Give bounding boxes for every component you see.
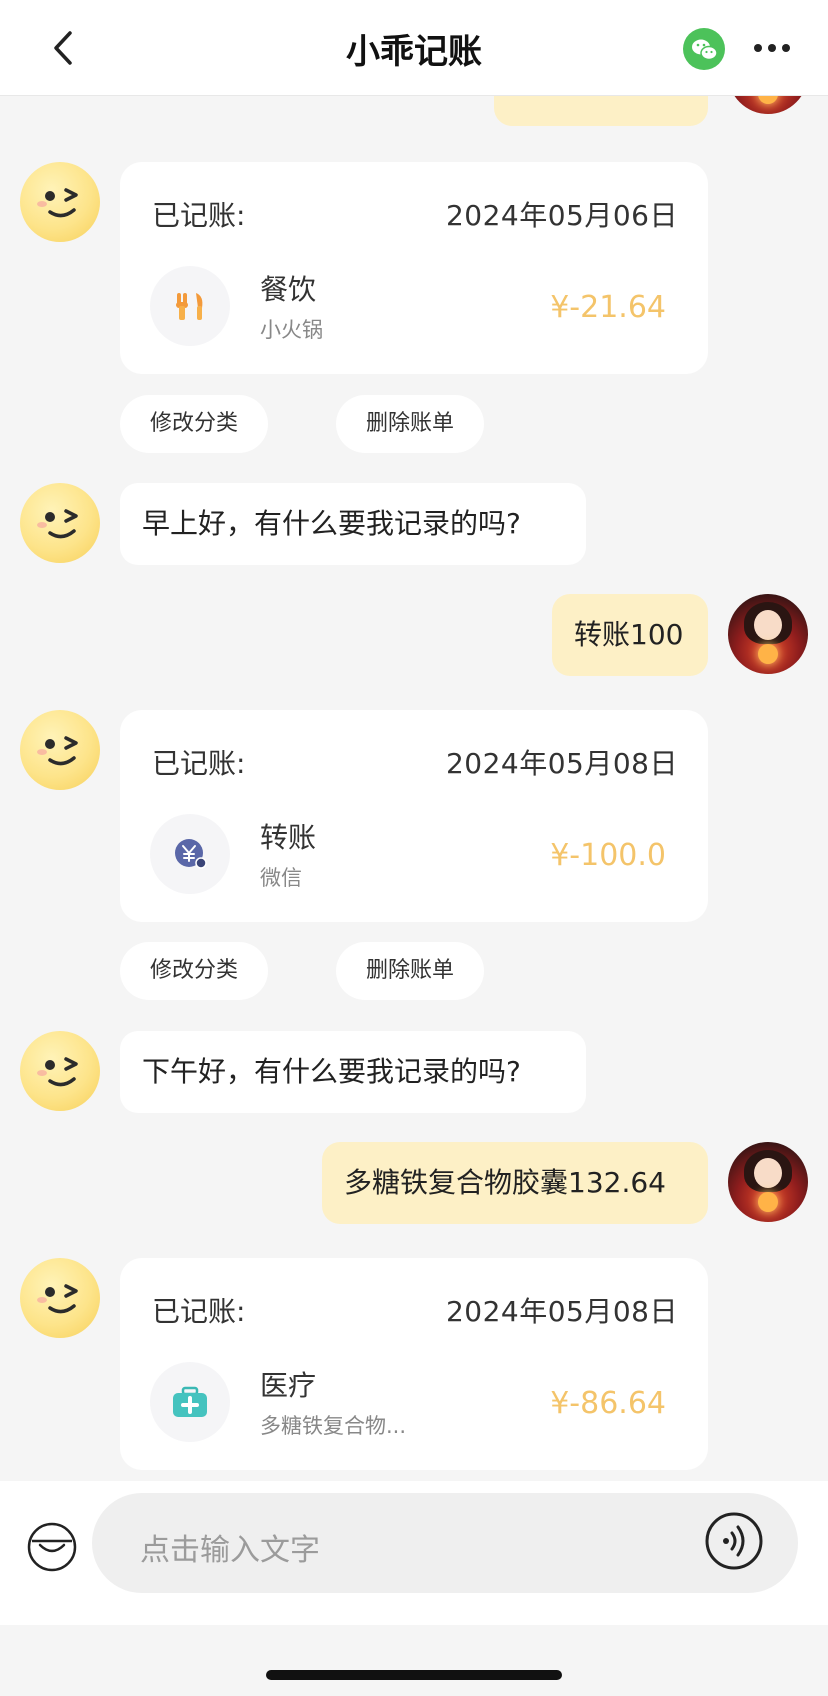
- edit-category-button[interactable]: 修改分类: [120, 942, 268, 1000]
- record-label: 已记账:: [152, 747, 246, 780]
- bot-avatar: [20, 162, 100, 242]
- record-amount: ¥-21.64: [550, 290, 666, 325]
- medical-kit-icon: [150, 1362, 230, 1442]
- delete-record-button[interactable]: 删除账单: [336, 942, 484, 1000]
- smiley-bot-icon: [37, 1284, 78, 1314]
- more-icon[interactable]: [750, 32, 794, 64]
- bot-avatar: [20, 710, 100, 790]
- wechat-icon[interactable]: [683, 28, 725, 70]
- voice-icon[interactable]: [704, 1511, 764, 1571]
- message-input-placeholder: 点击输入文字: [140, 1533, 320, 1568]
- delete-record-button[interactable]: 删除账单: [336, 395, 484, 453]
- input-bar: 点击输入文字: [0, 1481, 828, 1625]
- record-card[interactable]: 已记账: 2024年05月08日 医疗 多糖铁复合物... ¥-86.64: [120, 1258, 708, 1470]
- smiley-bot-icon: [37, 736, 78, 766]
- quick-panel-icon[interactable]: [26, 1521, 78, 1573]
- record-amount: ¥-100.0: [550, 838, 666, 873]
- bot-avatar: [20, 483, 100, 563]
- yuan-transfer-icon: [150, 814, 230, 894]
- user-message: 转账100: [552, 594, 708, 676]
- record-note: 多糖铁复合物...: [260, 1414, 407, 1438]
- record-note: 小火锅: [260, 318, 323, 342]
- record-label: 已记账:: [152, 199, 246, 232]
- record-amount: ¥-86.64: [550, 1386, 666, 1421]
- fork-knife-icon: [150, 266, 230, 346]
- home-indicator: [266, 1670, 562, 1680]
- smiley-bot-icon: [37, 509, 78, 539]
- record-note: 微信: [260, 866, 302, 890]
- user-avatar[interactable]: [728, 1142, 808, 1222]
- smiley-bot-icon: [37, 188, 78, 218]
- user-message: 多糖铁复合物胶囊132.64: [322, 1142, 708, 1224]
- record-card[interactable]: 已记账: 2024年05月08日 转账 微信 ¥-100.0: [120, 710, 708, 922]
- chat-area[interactable]: 已记账: 2024年05月06日 餐饮 小火锅 ¥-21.64 修改分类 删除账…: [0, 96, 828, 1481]
- record-category: 转账: [260, 821, 317, 854]
- user-avatar[interactable]: [728, 594, 808, 674]
- record-date: 2024年05月06日: [445, 199, 678, 232]
- record-category: 医疗: [260, 1369, 317, 1402]
- edit-category-button[interactable]: 修改分类: [120, 395, 268, 453]
- record-card[interactable]: 已记账: 2024年05月06日 餐饮 小火锅 ¥-21.64: [120, 162, 708, 374]
- bot-message: 早上好，有什么要我记录的吗?: [120, 483, 586, 565]
- record-date: 2024年05月08日: [445, 1295, 678, 1328]
- record-category: 餐饮: [260, 273, 317, 306]
- bot-avatar: [20, 1258, 100, 1338]
- record-label: 已记账:: [152, 1295, 246, 1328]
- record-date: 2024年05月08日: [445, 747, 678, 780]
- user-avatar[interactable]: [728, 96, 808, 114]
- user-bubble-clipped: [494, 96, 708, 126]
- nav-header: 小乖记账: [0, 0, 828, 96]
- bot-avatar: [20, 1031, 100, 1111]
- smiley-bot-icon: [37, 1057, 78, 1087]
- bot-message: 下午好，有什么要我记录的吗?: [120, 1031, 586, 1113]
